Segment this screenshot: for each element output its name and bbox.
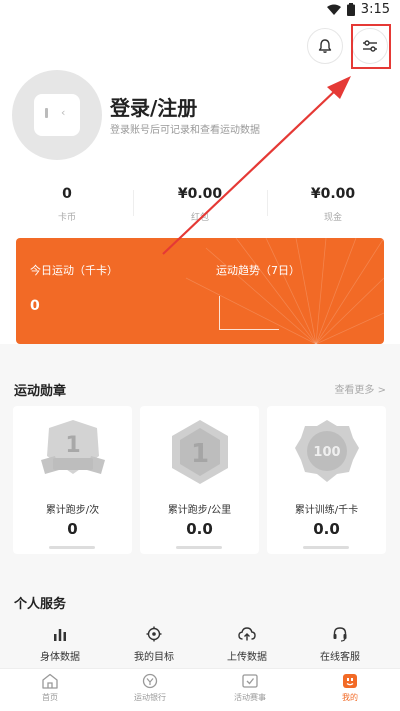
upload-cloud-icon [238, 627, 256, 641]
medal-label: 累计训练/千卡 [294, 505, 359, 516]
medal-progress-bar [49, 546, 95, 549]
target-icon [146, 626, 162, 642]
tab-label: 我的 [342, 693, 358, 702]
service-my-goal[interactable]: 我的目标 [104, 626, 204, 663]
home-icon [42, 673, 58, 689]
svg-text:100: 100 [313, 445, 340, 460]
service-online-support[interactable]: 在线客服 [290, 626, 390, 663]
medal-hexagon-1-icon: 1 [172, 420, 228, 484]
medal-value: 0.0 [186, 520, 213, 538]
stat-coins[interactable]: 0 卡币 [12, 186, 122, 223]
avatar-placeholder-icon: ‹ [34, 94, 80, 136]
stat-coins-value: 0 [62, 186, 72, 202]
profile-icon [343, 674, 357, 688]
svg-text:1: 1 [191, 439, 209, 469]
svg-text:1: 1 [65, 433, 80, 458]
sport-summary-card[interactable]: 今日运动（千卡） 0 运动趋势（7日） [16, 238, 384, 344]
wifi-icon [326, 4, 341, 15]
service-label: 身体数据 [40, 652, 80, 663]
medal-value: 0.0 [313, 520, 340, 538]
services-section-title: 个人服务 [14, 597, 67, 612]
status-bar: 3:15 [0, 0, 400, 22]
login-register-link[interactable]: 登录/注册 [110, 92, 197, 121]
bell-icon [318, 39, 332, 53]
service-label: 我的目标 [134, 652, 174, 663]
login-hint: 登录账号后可记录和查看运动数据 [110, 125, 260, 136]
medal-label: 累计跑步/公里 [167, 505, 232, 516]
medal-badge-100-icon: 100 [295, 420, 359, 482]
medal-progress-bar [303, 546, 349, 549]
divider [267, 190, 268, 216]
service-upload-data[interactable]: 上传数据 [197, 626, 297, 663]
today-exercise-label: 今日运动（千卡） [30, 264, 118, 277]
tab-label: 首页 [42, 693, 58, 702]
service-label: 在线客服 [320, 652, 360, 663]
battery-icon [346, 3, 355, 16]
stat-cash[interactable]: ¥0.00 现金 [278, 186, 388, 223]
tab-mine[interactable]: 我的 [300, 673, 400, 703]
stat-cash-label: 现金 [323, 213, 342, 223]
headset-icon [333, 627, 347, 642]
bar-chart-icon [54, 629, 66, 641]
exercise-trend-label: 运动趋势（7日） [216, 264, 300, 277]
service-label: 上传数据 [227, 652, 267, 663]
tab-home[interactable]: 首页 [0, 673, 100, 703]
medal-ribbon-1-icon: 1 [41, 420, 105, 474]
medal-value: 0 [67, 520, 78, 538]
today-exercise-value: 0 [30, 298, 40, 314]
bank-icon [142, 673, 158, 689]
divider [133, 190, 134, 216]
medal-label: 累计跑步/次 [45, 505, 100, 516]
medal-progress-bar [176, 546, 222, 549]
stat-cash-value: ¥0.00 [310, 186, 356, 202]
tab-label: 运动银行 [134, 693, 166, 702]
see-more-link[interactable]: 查看更多 > [334, 381, 386, 396]
stat-red-packet-label: 红包 [190, 213, 209, 223]
service-body-data[interactable]: 身体数据 [10, 626, 110, 663]
medal-card-runs[interactable]: 1 累计跑步/次 0 [13, 406, 132, 554]
annotation-highlight-box [351, 24, 391, 69]
avatar[interactable]: ‹ [12, 70, 102, 160]
card-background-rays [185, 238, 384, 344]
tab-sport-bank[interactable]: 运动银行 [100, 673, 200, 703]
stat-red-packet-value: ¥0.00 [177, 186, 223, 202]
tab-events[interactable]: 活动赛事 [200, 673, 300, 703]
medals-section-title: 运动勋章 [14, 384, 67, 399]
tab-label: 活动赛事 [234, 693, 266, 702]
stat-coins-label: 卡币 [57, 213, 76, 223]
medal-card-calories[interactable]: 100 累计训练/千卡 0.0 [267, 406, 386, 554]
status-time: 3:15 [360, 2, 390, 17]
medal-card-distance[interactable]: 1 累计跑步/公里 0.0 [140, 406, 259, 554]
exercise-trend-chart [219, 296, 279, 330]
event-icon [242, 674, 258, 688]
notification-button[interactable] [307, 28, 343, 64]
stat-red-packet[interactable]: ¥0.00 红包 [145, 186, 255, 223]
